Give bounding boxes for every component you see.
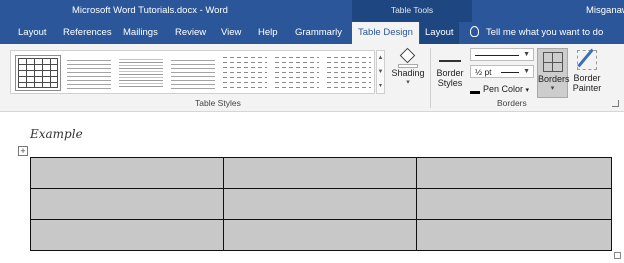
gallery-scroll[interactable]: ▲ ▼ ▾ [376, 50, 385, 94]
pen-color-icon [470, 84, 480, 94]
table-styles-group-label: Table Styles [195, 98, 241, 108]
table-row [30, 157, 612, 189]
shading-button[interactable]: Shading ▾ [388, 47, 428, 96]
tab-references[interactable]: References [63, 22, 112, 44]
document-area: Example + [0, 113, 624, 263]
ribbon-panel: ▲ ▼ ▾ Table Styles Shading ▾ Border Styl… [0, 44, 624, 112]
paint-bucket-icon [397, 47, 419, 68]
context-group-header: Table Tools [352, 0, 472, 22]
line-weight-dropdown[interactable]: ½ pt ▼ [470, 65, 534, 78]
tab-grammarly[interactable]: Grammarly [295, 22, 342, 44]
table-style-grid[interactable] [15, 55, 61, 91]
borders-icon [542, 52, 563, 72]
line-weight-preview [501, 72, 519, 73]
gallery-more-icon[interactable]: ▾ [377, 79, 384, 93]
borders-group-label: Borders [497, 98, 527, 108]
lightbulb-icon [470, 26, 479, 37]
document-table [30, 157, 612, 251]
line-weight-value: ½ pt [475, 67, 492, 77]
example-heading: Example [30, 127, 83, 141]
chevron-down-icon: ▾ [525, 87, 530, 94]
table-cell[interactable] [30, 219, 224, 251]
group-divider [430, 48, 431, 108]
tab-layout[interactable]: Layout [18, 22, 47, 44]
line-style-dropdown[interactable]: ▼ [470, 48, 534, 61]
tab-table-layout[interactable]: Layout [420, 22, 459, 44]
tab-table-design[interactable]: Table Design [352, 22, 419, 44]
shading-label: Shading [391, 68, 425, 78]
border-painter-button[interactable]: Border Painter [570, 48, 604, 98]
table-row [30, 188, 612, 220]
tab-help[interactable]: Help [258, 22, 278, 44]
dialog-launcher-icon[interactable] [612, 100, 619, 107]
border-painter-icon [577, 50, 597, 70]
borders-label: Borders [538, 74, 570, 84]
table-styles-gallery [10, 50, 375, 94]
table-cell[interactable] [222, 219, 418, 251]
tab-mailings[interactable]: Mailings [123, 22, 158, 44]
table-cell[interactable] [416, 157, 612, 189]
table-cell[interactable] [222, 188, 418, 220]
pen-color-button[interactable]: Pen Color ▾ [470, 84, 529, 94]
table-style-plain-5[interactable] [275, 57, 319, 89]
tell-me-text: Tell me what you want to do [486, 27, 604, 38]
tab-review[interactable]: Review [175, 22, 206, 44]
user-name[interactable]: Misganaw [586, 5, 624, 16]
painter-label-2: Painter [572, 83, 602, 93]
chevron-down-icon: ▾ [406, 79, 410, 86]
chevron-down-icon: ▼ [523, 51, 530, 58]
table-style-plain-6[interactable] [327, 57, 371, 89]
painter-label-1: Border [573, 73, 601, 83]
document-title: Microsoft Word Tutorials.docx - Word [72, 5, 228, 16]
border-styles-button[interactable]: Border Styles [432, 48, 468, 98]
table-style-plain-2[interactable] [119, 57, 163, 89]
tab-view[interactable]: View [221, 22, 241, 44]
pen-color-label: Pen Color [483, 84, 524, 94]
table-cell[interactable] [222, 157, 418, 189]
line-style-preview [475, 55, 519, 56]
table-cell[interactable] [416, 219, 612, 251]
table-style-plain-4[interactable] [223, 57, 267, 89]
table-resize-handle[interactable] [614, 252, 621, 259]
border-styles-label-2: Styles [437, 78, 463, 88]
tell-me-search[interactable]: Tell me what you want to do [470, 22, 603, 44]
border-style-icon [439, 50, 461, 62]
ribbon-tabs: Layout References Mailings Review View H… [0, 22, 624, 44]
title-bar: Microsoft Word Tutorials.docx - Word Tab… [0, 0, 624, 22]
scroll-up-icon[interactable]: ▲ [377, 51, 384, 65]
table-row [30, 219, 612, 251]
context-group-label: Table Tools [390, 5, 434, 15]
chevron-down-icon: ▾ [550, 85, 555, 92]
table-style-plain-1[interactable] [67, 57, 111, 89]
border-styles-label-1: Border [436, 68, 464, 78]
table-move-handle-icon[interactable]: + [18, 146, 28, 156]
table-cell[interactable] [416, 188, 612, 220]
chevron-down-icon: ▼ [523, 68, 530, 75]
borders-button[interactable]: Borders ▾ [537, 48, 570, 98]
table-cell[interactable] [30, 157, 224, 189]
scroll-down-icon[interactable]: ▼ [377, 65, 384, 79]
table-style-plain-3[interactable] [171, 57, 215, 89]
table-cell[interactable] [30, 188, 224, 220]
